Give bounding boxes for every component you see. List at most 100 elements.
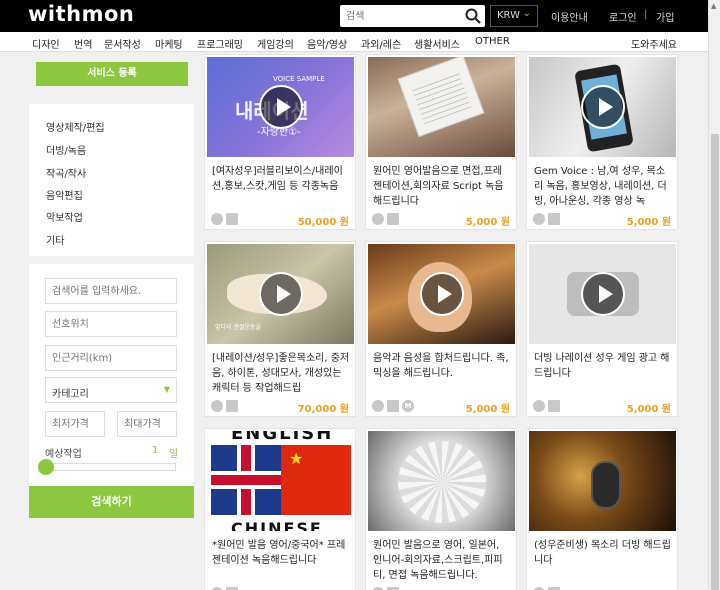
service-card[interactable]: 음악과 음성을 합처드립니다. 족, 믹싱을 해드립니다. M 5,000 원 <box>365 241 517 417</box>
contact-icons <box>533 399 563 413</box>
card-thumbnail <box>368 57 515 157</box>
category-translation[interactable]: 번역 <box>74 36 92 51</box>
play-icon[interactable] <box>258 272 303 316</box>
service-card[interactable]: Gem Voice : 남,여 성우, 목소리 녹음, 홍보영상, 내레이션, … <box>526 54 678 230</box>
play-icon[interactable] <box>580 85 625 129</box>
max-price-input[interactable] <box>117 411 177 437</box>
m-icon: M <box>402 400 414 412</box>
card-price: 50,000 원 <box>297 217 349 228</box>
search-icon[interactable] <box>464 7 482 25</box>
category-select[interactable]: 카테고리 ▼ <box>45 377 177 403</box>
search-submit-button[interactable]: 검색하기 <box>29 486 194 518</box>
mail-icon <box>226 213 238 225</box>
phone-icon <box>211 400 223 412</box>
card-thumbnail <box>368 244 515 344</box>
signup-link[interactable]: 가입 <box>656 9 674 24</box>
phone-icon <box>211 213 223 225</box>
login-link[interactable]: 로그인 <box>609 9 637 24</box>
mail-icon <box>387 400 399 412</box>
phone-icon <box>372 213 384 225</box>
card-thumbnail: VOICE SAMPLE 내레이션 -자랑한①- <box>207 57 354 157</box>
contact-icons <box>533 586 563 590</box>
search-box <box>340 5 485 27</box>
currency-value: KRW <box>497 10 520 21</box>
card-title[interactable]: 음악과 음성을 합처드립니다. 족, 믹싱을 해드립니다. <box>373 351 511 396</box>
estimate-slider-track[interactable] <box>40 463 176 471</box>
card-price: 70,000 원 <box>297 404 349 415</box>
card-price: 5,000 원 <box>465 404 510 415</box>
register-service-button[interactable]: 서비스 등록 <box>36 62 188 86</box>
contact-icons <box>372 212 402 226</box>
category-other[interactable]: OTHER <box>475 36 510 47</box>
service-card[interactable]: 앞다리 관절운동을 [내레이션/성우]좋은목소리, 중저음, 하이톤, 성대모사… <box>204 241 356 417</box>
category-select-value: 카테고리 <box>52 389 89 400</box>
contact-icons <box>533 212 563 226</box>
category-writing[interactable]: 문서작성 <box>104 36 141 51</box>
thumb-caption-bottom: CHINESE <box>231 519 323 531</box>
category-design[interactable]: 디자인 <box>32 36 60 51</box>
min-price-input[interactable] <box>45 411 105 437</box>
contact-icons <box>372 586 402 590</box>
service-card[interactable]: (성우준비생) 목소리 더빙 해드립니다 <box>526 428 678 590</box>
logo-text: withmon <box>28 2 135 26</box>
card-title[interactable]: 더빙 나레이션 성우 게임 광고 해드립니다 <box>534 351 672 396</box>
subcategory-music-edit[interactable]: 음악편집 <box>46 187 83 202</box>
category-life[interactable]: 생활서비스 <box>414 36 460 51</box>
service-card[interactable]: 원어민 영어발음으로 면접,프레젠테이션,회의자료 Script 녹음해드립니다… <box>365 54 517 230</box>
category-lessons[interactable]: 과외/레슨 <box>361 36 401 51</box>
card-title[interactable]: *원어민 발음 영어/중국어* 프레젠테이션 녹음해드립니다 <box>212 538 350 583</box>
location-input[interactable] <box>45 311 177 337</box>
service-card[interactable]: ENGLISH ★ CHINESE *원어민 발음 영어/중국어* 프레젠테이션… <box>204 428 356 590</box>
top-bar: withmon KRW ⌄ 이용안내 로그인 | 가입 <box>0 0 708 32</box>
scroll-thumb[interactable] <box>711 134 719 590</box>
search-input[interactable] <box>340 5 458 27</box>
subcategory-panel: 영상제작/편집 더빙/녹음 작곡/작사 음악편집 악보작업 기타 <box>29 104 194 256</box>
microphone-image <box>591 461 621 509</box>
play-icon[interactable] <box>258 85 303 129</box>
scroll-up-icon[interactable]: ▲ <box>711 2 716 10</box>
card-thumbnail <box>529 57 676 157</box>
star-icon: ★ <box>289 449 304 468</box>
phone-icon <box>533 400 545 412</box>
card-title[interactable]: (성우준비생) 목소리 더빙 해드립니다 <box>534 538 672 583</box>
play-icon[interactable] <box>580 272 625 316</box>
service-card[interactable]: 원어민 발음으로 영어, 일본어, 인니어-회의자료,스크립트,피피티, 면접 … <box>365 428 517 590</box>
estimate-slider-handle[interactable] <box>38 459 54 475</box>
logo[interactable]: withmon <box>28 2 134 26</box>
card-price: 5,000 원 <box>626 404 671 415</box>
estimate-label: 예상작업 <box>45 449 82 460</box>
card-title[interactable]: 원어민 영어발음으로 면접,프레젠테이션,회의자료 Script 녹음해드립니다 <box>373 164 511 209</box>
category-programming[interactable]: 프로그래밍 <box>197 36 243 51</box>
subcategory-score[interactable]: 악보작업 <box>46 209 83 224</box>
subcategory-composing[interactable]: 작곡/작사 <box>46 165 86 180</box>
category-game[interactable]: 게임강의 <box>257 36 294 51</box>
keyword-input[interactable] <box>45 278 177 304</box>
phone-icon <box>533 213 545 225</box>
play-icon[interactable] <box>419 272 464 316</box>
card-title[interactable]: Gem Voice : 남,여 성우, 목소리 녹음, 홍보영상, 내레이션, … <box>534 164 672 209</box>
card-thumbnail: ENGLISH ★ CHINESE <box>207 431 354 531</box>
scrollbar[interactable]: ▲ <box>708 0 720 590</box>
guide-link[interactable]: 이용안내 <box>551 9 588 24</box>
card-thumbnail <box>529 244 676 344</box>
category-help[interactable]: 도와주세요 <box>631 36 677 51</box>
thumb-caption: ENGLISH <box>231 431 334 444</box>
contact-icons: M <box>372 399 417 413</box>
card-price: 5,000 원 <box>465 217 510 228</box>
subcategory-video-edit[interactable]: 영상제작/편집 <box>46 119 105 134</box>
category-marketing[interactable]: 마케팅 <box>155 36 183 51</box>
card-title[interactable]: [여자성우]러블리보이스/내레이션,홍보,스캇,게임 등 각종녹음 <box>212 164 350 209</box>
phone-icon <box>372 400 384 412</box>
service-card[interactable]: VOICE SAMPLE 내레이션 -자랑한①- [여자성우]러블리보이스/내레… <box>204 54 356 230</box>
card-title[interactable]: [내레이션/성우]좋은목소리, 중저음, 하이톤, 성대모사, 개성있는 캐릭터… <box>212 351 350 396</box>
subcategory-etc[interactable]: 기타 <box>46 232 64 247</box>
currency-select[interactable]: KRW ⌄ <box>490 5 538 27</box>
category-music-video[interactable]: 음악/영상 <box>307 36 347 51</box>
subcategory-dubbing[interactable]: 더빙/녹음 <box>46 142 86 157</box>
distance-input[interactable] <box>45 345 177 371</box>
card-title[interactable]: 원어민 발음으로 영어, 일본어, 인니어-회의자료,스크립트,피피티, 면접 … <box>373 538 511 583</box>
flower-image <box>398 441 486 523</box>
chevron-down-icon: ⌄ <box>522 8 531 19</box>
contact-icons <box>211 212 241 226</box>
service-card[interactable]: 더빙 나레이션 성우 게임 광고 해드립니다 5,000 원 <box>526 241 678 417</box>
